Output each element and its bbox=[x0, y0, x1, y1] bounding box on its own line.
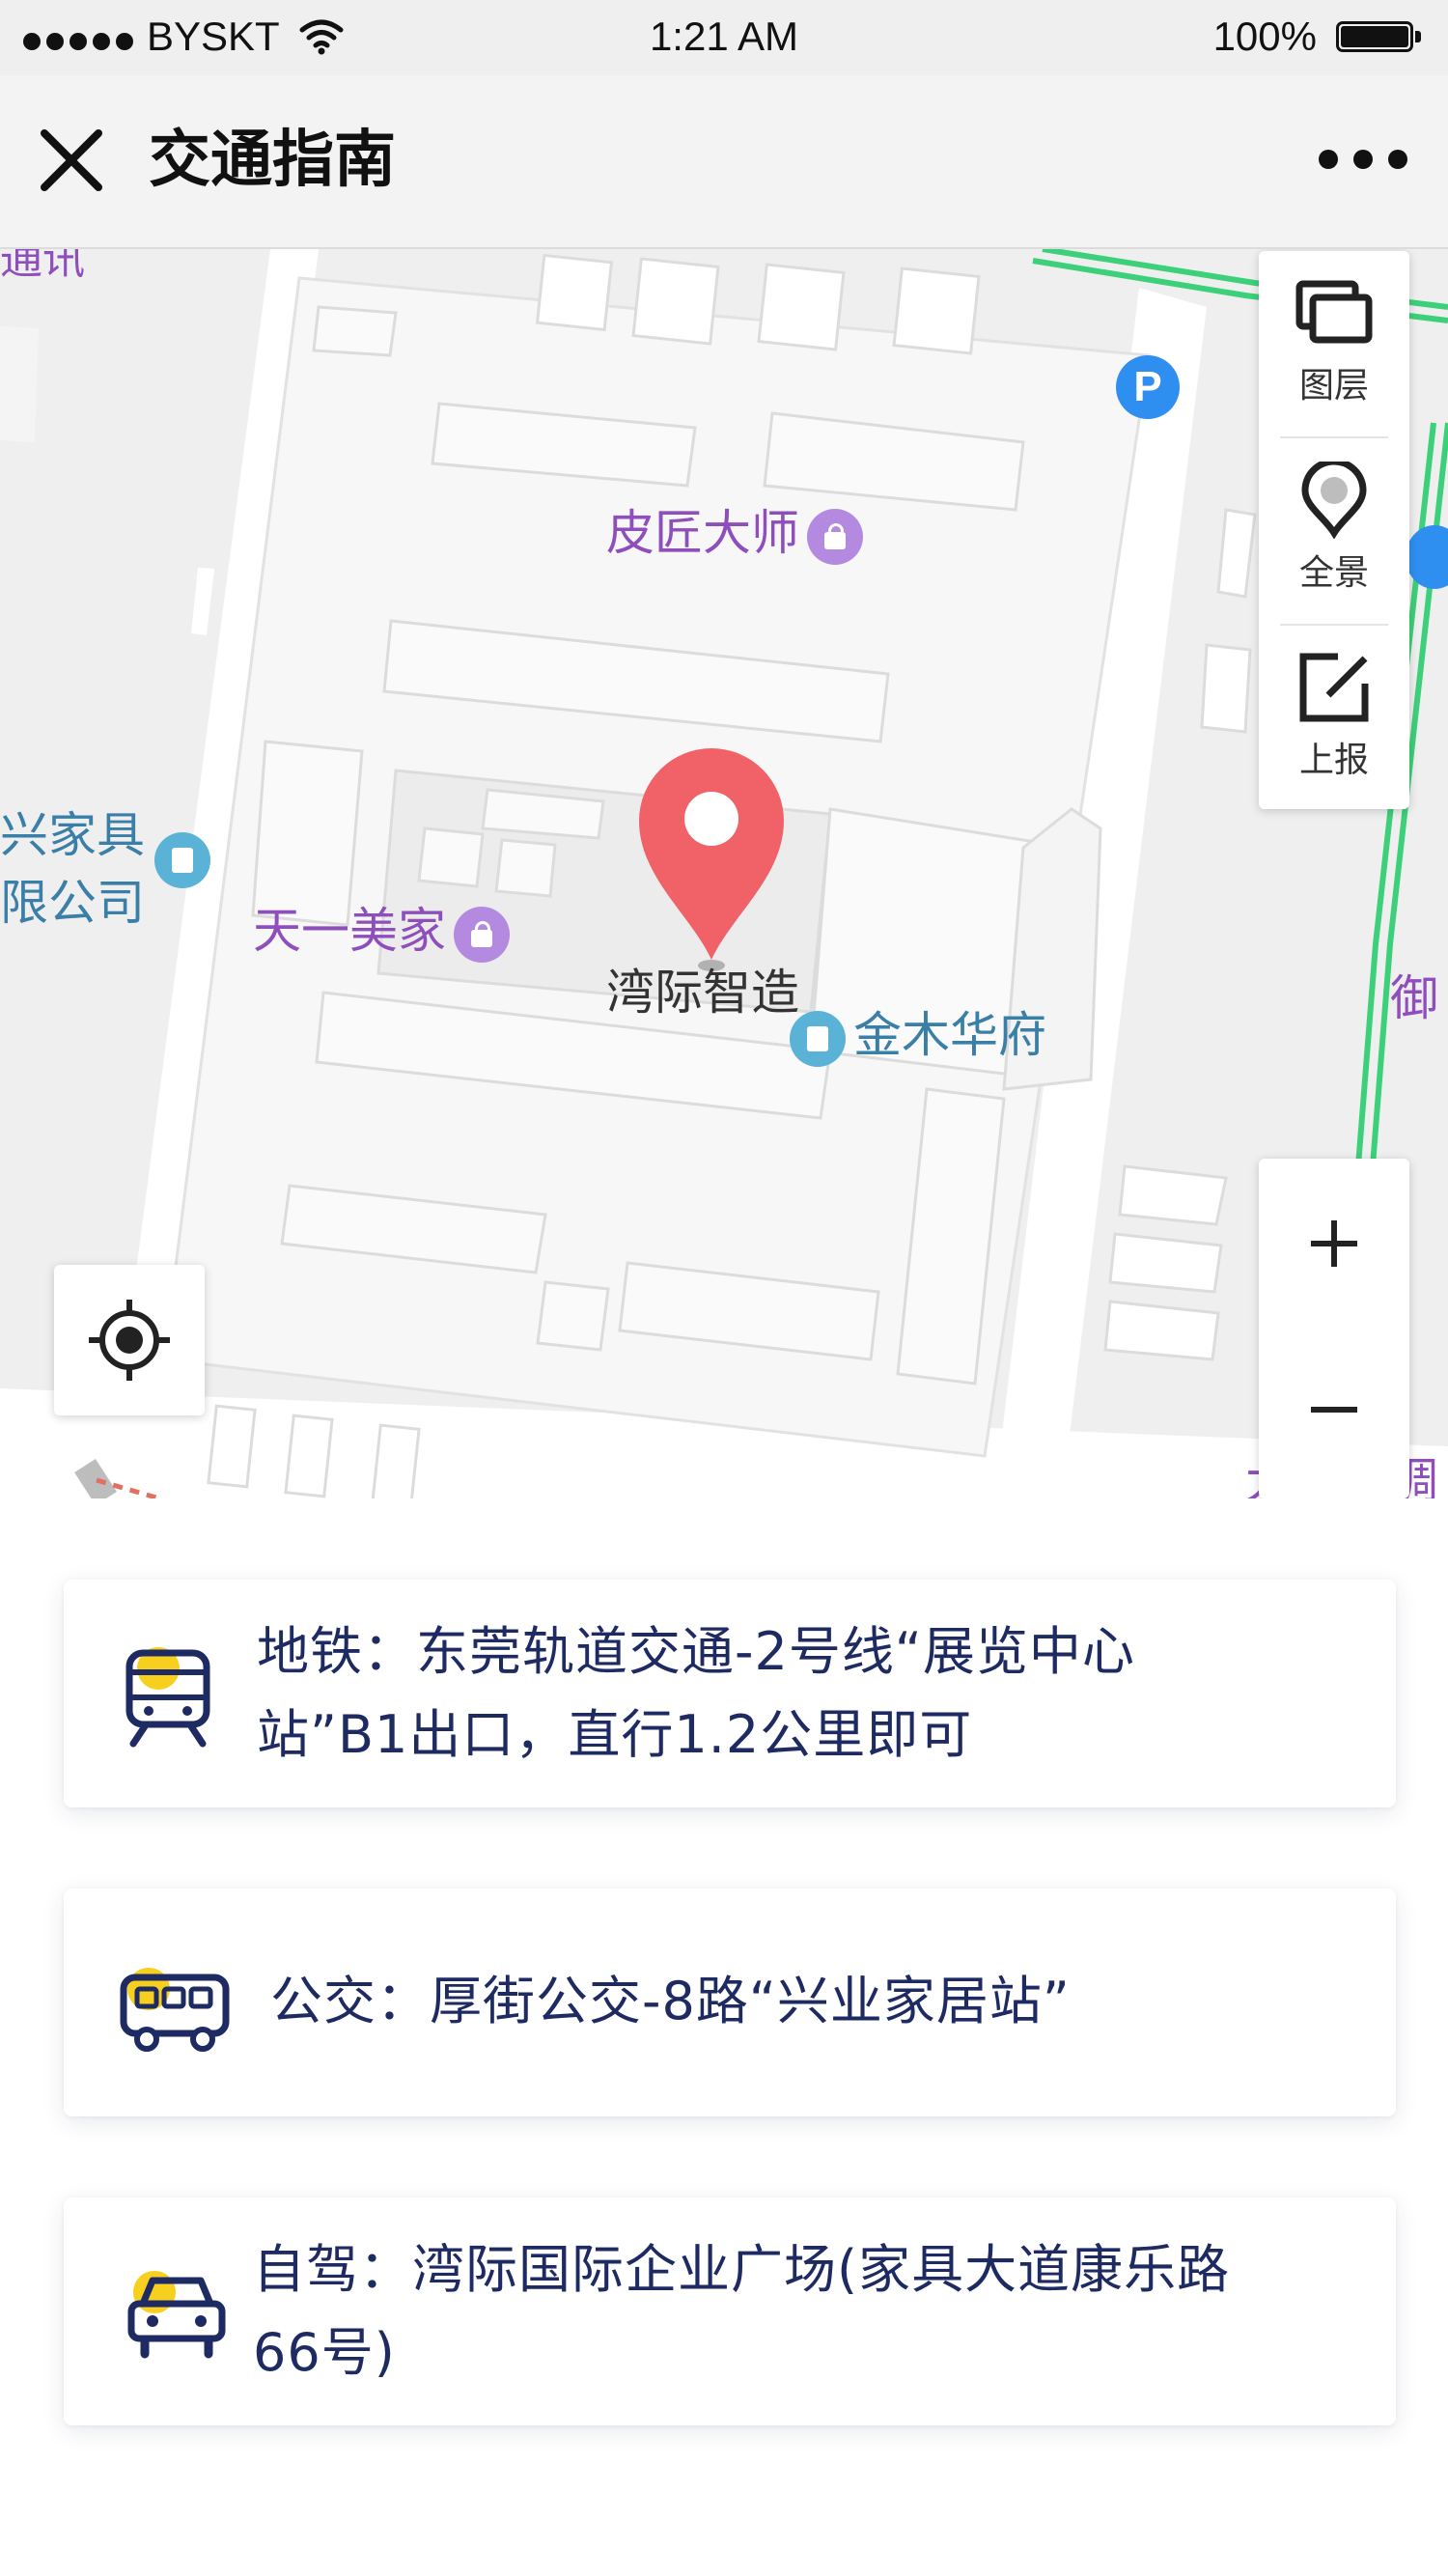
bus-info: 公交：厚街公交-8路“兴业家居站” bbox=[270, 1960, 1071, 2043]
layers-icon bbox=[1295, 280, 1373, 344]
poi-jinmu-label: 金木华府 bbox=[853, 1007, 1046, 1063]
subway-card[interactable]: 地铁：东莞轨道交通-2号线“展览中心 站”B1出口，直行1.2公里即可 bbox=[64, 1580, 1396, 1807]
locate-button[interactable] bbox=[54, 1265, 205, 1415]
building-icon bbox=[154, 832, 210, 888]
shopping-bag-icon bbox=[807, 508, 863, 565]
zoom-panel bbox=[1259, 1159, 1409, 1498]
poi-label-fragment: 通讯 bbox=[0, 249, 85, 284]
report-label: 上报 bbox=[1298, 741, 1369, 780]
poi-yu-fragment: 御 bbox=[1390, 970, 1438, 1026]
subway-icon bbox=[125, 1647, 210, 1748]
report-button[interactable]: 上报 bbox=[1259, 626, 1409, 811]
car-icon bbox=[127, 2271, 226, 2359]
page-title: 交通指南 bbox=[149, 125, 396, 196]
subway-line2: 站”B1出口，直行1.2公里即可 bbox=[257, 1704, 973, 1765]
close-icon[interactable] bbox=[33, 122, 110, 199]
minus-icon bbox=[1311, 1407, 1357, 1413]
layers-button[interactable]: 图层 bbox=[1259, 251, 1409, 436]
bus-icon bbox=[120, 1968, 230, 2052]
layers-label: 图层 bbox=[1298, 366, 1369, 406]
parking-icon[interactable]: P bbox=[1116, 355, 1180, 419]
map-view[interactable]: 通讯 皮匠大师 金木华府 兴家具 限公司 天一美家 御 大金空调 P 湾际智造 … bbox=[0, 249, 1448, 1498]
panorama-button[interactable]: 全景 bbox=[1259, 438, 1409, 624]
destination-pin-icon[interactable] bbox=[633, 742, 790, 973]
battery-icon bbox=[1336, 17, 1425, 56]
subway-info: 地铁：东莞轨道交通-2号线“展览中心 站”B1出口，直行1.2公里即可 bbox=[257, 1610, 1135, 1777]
report-edit-icon bbox=[1299, 653, 1369, 722]
panorama-label: 全景 bbox=[1298, 553, 1369, 593]
battery-percent: 100% bbox=[1212, 14, 1317, 59]
poi-pijiang[interactable]: 皮匠大师 bbox=[606, 494, 863, 565]
poi-tianyi[interactable]: 天一美家 bbox=[253, 892, 510, 963]
poi-xingjiaju-line1: 兴家具 bbox=[0, 807, 145, 863]
car-info: 自驾：湾际国际企业广场(家具大道康乐路 66号) bbox=[253, 2228, 1230, 2394]
poi-jinmu[interactable]: 金木华府 bbox=[790, 996, 1046, 1067]
bus-card[interactable]: 公交：厚街公交-8路“兴业家居站” bbox=[64, 1889, 1396, 2116]
car-card[interactable]: 自驾：湾际国际企业广场(家具大道康乐路 66号) bbox=[64, 2198, 1396, 2425]
zoom-in-button[interactable] bbox=[1259, 1168, 1409, 1323]
poi-pijiang-label: 皮匠大师 bbox=[606, 505, 799, 561]
nav-bar: 交通指南 bbox=[0, 75, 1448, 249]
locate-icon bbox=[89, 1300, 170, 1381]
car-line1: 自驾：湾际国际企业广场(家具大道康乐路 bbox=[253, 2239, 1231, 2300]
zoom-out-button[interactable] bbox=[1259, 1334, 1409, 1489]
plus-icon bbox=[1311, 1220, 1357, 1267]
shopping-bag-icon bbox=[454, 906, 510, 963]
poi-xingjiaju[interactable]: 兴家具 限公司 bbox=[0, 801, 145, 937]
bus-line1: 公交：厚街公交-8路“兴业家居站” bbox=[270, 1971, 1071, 2031]
map-tool-panel: 图层 全景 上报 bbox=[1259, 251, 1409, 809]
status-right: 100% bbox=[1213, 14, 1425, 60]
poi-tianyi-label: 天一美家 bbox=[253, 903, 446, 959]
subway-line1: 地铁：东莞轨道交通-2号线“展览中心 bbox=[257, 1621, 1135, 1682]
destination-label: 湾际智造 bbox=[606, 965, 799, 1021]
panorama-pin-icon bbox=[1301, 462, 1367, 539]
status-bar: BYSKT 1:21 AM 100% bbox=[0, 0, 1448, 75]
car-line2: 66号) bbox=[253, 2322, 396, 2383]
more-dots-icon[interactable] bbox=[1315, 135, 1411, 183]
poi-xingjiaju-line2: 限公司 bbox=[0, 875, 145, 931]
